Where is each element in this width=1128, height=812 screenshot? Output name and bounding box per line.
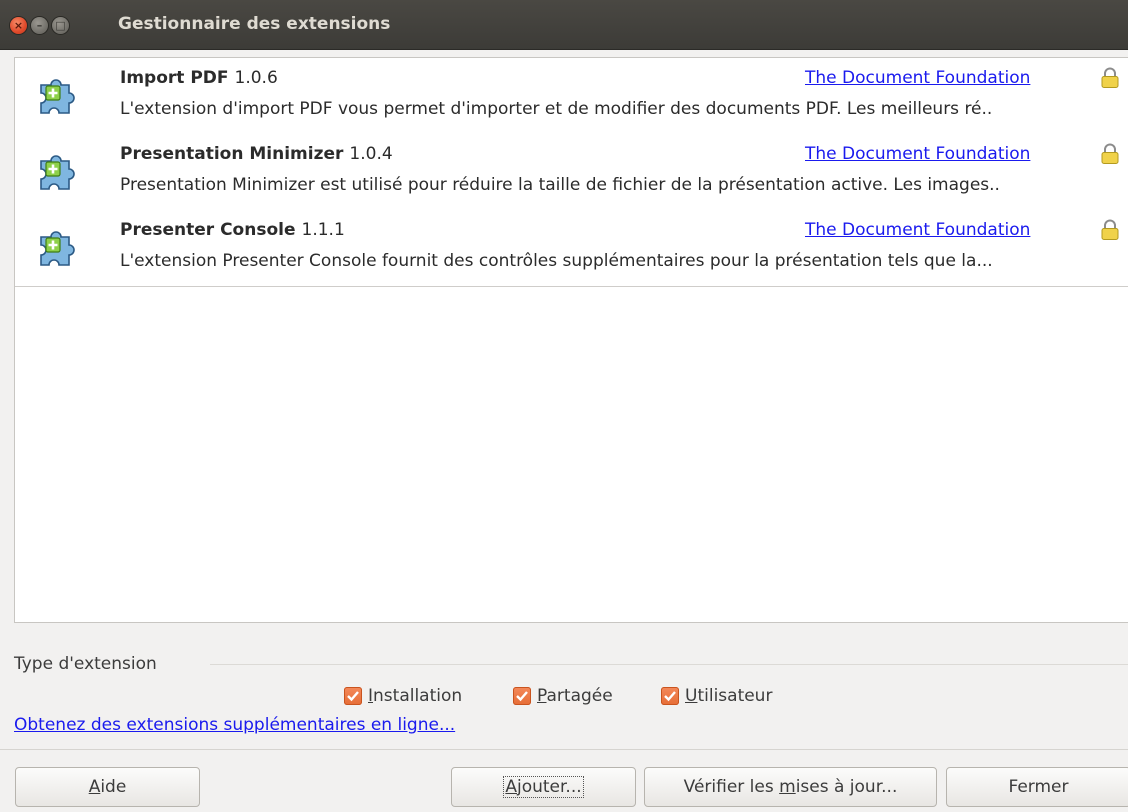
- checkbox-checked-icon: [513, 687, 531, 705]
- minimize-icon: –: [36, 19, 43, 32]
- extension-name: Import PDF 1.0.6: [120, 68, 278, 88]
- extension-title: Presentation Minimizer: [120, 144, 344, 164]
- maximize-window-button[interactable]: □: [52, 17, 69, 34]
- help-button-label: Aide: [88, 777, 127, 797]
- maximize-icon: □: [55, 19, 66, 32]
- close-icon: ×: [13, 19, 24, 32]
- button-bar-divider: [0, 749, 1128, 750]
- check-updates-label: Vérifier les mises à jour...: [683, 777, 898, 797]
- extension-description: Presentation Minimizer est utilisé pour …: [120, 175, 1000, 195]
- publisher-link[interactable]: The Document Foundation: [805, 68, 1030, 88]
- extension-description: L'extension d'import PDF vous permet d'i…: [120, 99, 993, 119]
- title-bar: × – □ Gestionnaire des extensions: [0, 0, 1128, 50]
- minimize-window-button[interactable]: –: [31, 17, 48, 34]
- lock-icon: [1101, 143, 1119, 164]
- extension-version: 1.0.6: [234, 68, 278, 88]
- get-more-extensions-link[interactable]: Obtenez des extensions supplémentaires e…: [14, 715, 455, 735]
- puzzle-extension-icon: [40, 79, 75, 114]
- extension-name: Presentation Minimizer 1.0.4: [120, 144, 393, 164]
- help-button[interactable]: Aide: [15, 767, 200, 807]
- extension-list[interactable]: Import PDF 1.0.6 The Document Foundation …: [14, 57, 1128, 623]
- checkbox-label: Partagée: [537, 686, 613, 706]
- checkbox-checked-icon: [344, 687, 362, 705]
- lock-icon: [1101, 219, 1119, 240]
- window-title: Gestionnaire des extensions: [118, 14, 391, 34]
- close-window-button[interactable]: ×: [10, 17, 27, 34]
- checkbox-checked-icon: [661, 687, 679, 705]
- extension-title: Presenter Console: [120, 220, 296, 240]
- extension-row[interactable]: Import PDF 1.0.6 The Document Foundation …: [15, 58, 1128, 135]
- extension-description: L'extension Presenter Console fournit de…: [120, 251, 993, 271]
- publisher-link[interactable]: The Document Foundation: [805, 144, 1030, 164]
- extension-row[interactable]: Presentation Minimizer 1.0.4 The Document…: [15, 134, 1128, 211]
- extension-version: 1.1.1: [301, 220, 345, 240]
- checkbox-label: Installation: [368, 686, 463, 706]
- extension-type-label: Type d'extension: [14, 654, 157, 674]
- installation-checkbox[interactable]: Installation: [344, 685, 462, 707]
- check-updates-button[interactable]: Vérifier les mises à jour...: [644, 767, 937, 807]
- publisher-link[interactable]: The Document Foundation: [805, 220, 1030, 240]
- shared-checkbox[interactable]: Partagée: [513, 685, 613, 707]
- add-button[interactable]: Ajouter...: [451, 767, 636, 807]
- extension-title: Import PDF: [120, 68, 229, 88]
- section-divider: [210, 664, 1128, 665]
- extension-version: 1.0.4: [349, 144, 393, 164]
- add-button-label: Ajouter...: [503, 776, 584, 798]
- puzzle-extension-icon: [40, 155, 75, 190]
- user-checkbox[interactable]: Utilisateur: [661, 685, 772, 707]
- checkbox-label: Utilisateur: [685, 686, 773, 706]
- puzzle-extension-icon: [40, 231, 75, 266]
- close-button[interactable]: Fermer: [946, 767, 1128, 807]
- lock-icon: [1101, 67, 1119, 88]
- extension-name: Presenter Console 1.1.1: [120, 220, 345, 240]
- extension-row[interactable]: Presenter Console 1.1.1 The Document Foun…: [15, 210, 1128, 287]
